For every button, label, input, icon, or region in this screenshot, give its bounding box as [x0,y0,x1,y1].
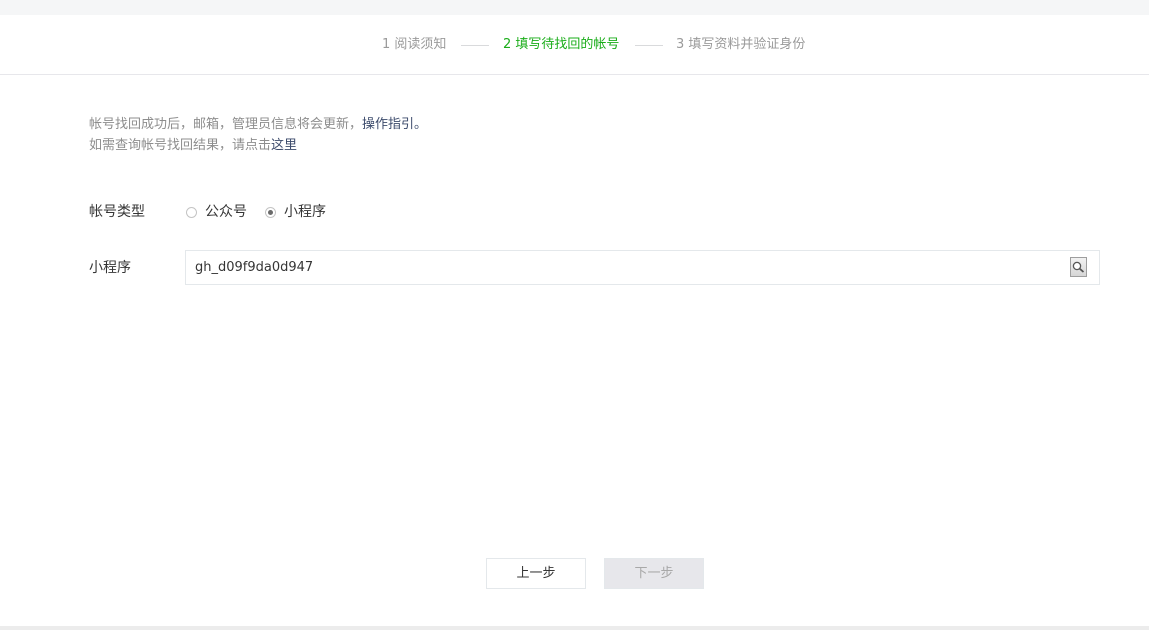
notice-line-2: 如需查询帐号找回结果，请点击这里 [89,137,297,155]
step-divider [461,45,489,46]
radio-unchecked-icon [186,206,197,218]
notice-line-1: 帐号找回成功后，邮箱，管理员信息将会更新，操作指引。 [89,116,427,134]
step-verify-identity: 3 填写资料并验证身份 [676,37,806,52]
step-read-notice: 1 阅读须知 [382,37,447,52]
step-fill-account: 2 填写待找回的帐号 [503,37,620,52]
account-type-label: 帐号类型 [89,204,145,220]
notice-text: 如需查询帐号找回结果，请点击 [89,138,272,153]
radio-label: 公众号 [205,204,247,220]
top-strip [0,0,1149,15]
next-step-button[interactable]: 下一步 [604,558,704,589]
miniprogram-input-box [185,250,1100,285]
radio-miniprogram[interactable]: 小程序 [265,204,326,220]
operation-guide-link[interactable]: 操作指引。 [362,117,427,132]
step-divider [635,45,663,46]
radio-checked-icon [265,206,276,218]
bottom-strip [0,626,1149,630]
radio-label: 小程序 [284,204,326,220]
search-icon [1072,261,1085,273]
query-result-link[interactable]: 这里 [271,138,297,153]
radio-official-account[interactable]: 公众号 [186,204,247,220]
miniprogram-id-input[interactable] [186,251,1056,284]
progress-steps: 1 阅读须知 2 填写待找回的帐号 3 填写资料并验证身份 [0,15,1149,75]
prev-step-button[interactable]: 上一步 [486,558,586,589]
miniprogram-label: 小程序 [89,260,131,276]
notice-text: 帐号找回成功后，邮箱，管理员信息将会更新， [89,117,363,132]
search-button[interactable] [1070,257,1087,277]
